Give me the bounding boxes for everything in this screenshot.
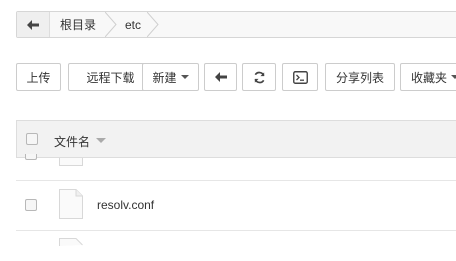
- breadcrumb: 根目录 etc: [16, 11, 456, 38]
- row-checkbox[interactable]: [25, 154, 37, 160]
- file-icon: [59, 189, 83, 219]
- new-button-label: 新建: [152, 70, 177, 85]
- remote-download-button-label: 远程下载: [86, 70, 135, 85]
- file-name[interactable]: resolv.conf: [97, 198, 154, 212]
- arrow-left-icon: [27, 19, 39, 30]
- table-row[interactable]: resolv.conf: [16, 181, 456, 231]
- row-checkbox[interactable]: [25, 199, 37, 211]
- new-dropdown-button[interactable]: 新建: [142, 63, 199, 91]
- breadcrumb-item-root[interactable]: 根目录: [60, 12, 96, 37]
- share-list-button-label: 分享列表: [335, 70, 384, 85]
- chevron-down-icon: [180, 75, 189, 79]
- column-header-filename[interactable]: 文件名: [54, 133, 90, 150]
- table-row[interactable]: [16, 154, 456, 181]
- refresh-button[interactable]: [242, 63, 276, 91]
- file-icon: [59, 158, 83, 166]
- file-icon: [59, 238, 83, 246]
- breadcrumb-item-etc[interactable]: etc: [125, 12, 141, 37]
- favorites-button-label: 收藏夹: [411, 70, 448, 85]
- chevron-down-icon: [451, 75, 456, 79]
- share-list-button[interactable]: 分享列表: [325, 63, 395, 91]
- refresh-icon: [254, 71, 264, 83]
- sort-caret-icon[interactable]: [96, 138, 106, 143]
- breadcrumb-back-button[interactable]: [17, 12, 50, 37]
- terminal-icon: [292, 70, 308, 84]
- table-row[interactable]: [16, 231, 456, 261]
- upload-button[interactable]: 上传: [16, 63, 61, 91]
- remote-download-button[interactable]: 远程下载: [68, 63, 153, 91]
- arrow-left-icon: [214, 72, 227, 82]
- breadcrumb-separator: [147, 12, 159, 37]
- back-button[interactable]: [204, 63, 237, 91]
- breadcrumb-separator: [105, 12, 117, 37]
- terminal-button[interactable]: [282, 63, 318, 91]
- upload-button-label: 上传: [26, 70, 51, 85]
- favorites-dropdown-button[interactable]: 收藏夹: [400, 63, 456, 91]
- select-all-checkbox[interactable]: [26, 133, 38, 145]
- table-header: 文件名: [16, 120, 456, 158]
